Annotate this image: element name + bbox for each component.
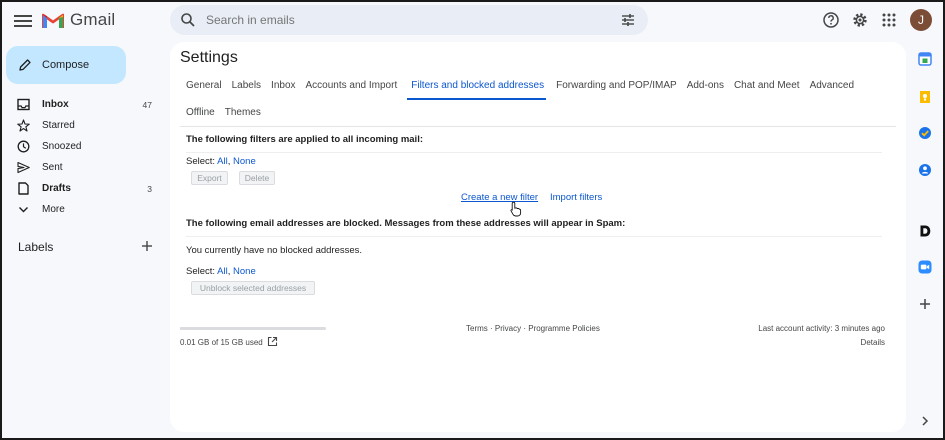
filters-divider	[186, 152, 882, 153]
settings-panel: Settings General Labels Inbox Accounts a…	[170, 42, 906, 432]
tab-general[interactable]: General	[186, 80, 222, 100]
terms-link[interactable]: Terms	[466, 324, 488, 333]
footer-links: Terms · Privacy · Programme Policies	[466, 324, 600, 333]
page-title: Settings	[180, 49, 238, 67]
get-add-ons-icon[interactable]	[918, 297, 932, 311]
chevron-down-icon	[17, 203, 30, 216]
star-icon	[17, 119, 30, 132]
gmail-m-icon	[42, 12, 64, 29]
sidebar-item-more[interactable]: More	[0, 199, 165, 220]
privacy-link[interactable]: Privacy	[495, 324, 521, 333]
tabs-divider	[180, 126, 896, 127]
storage-meter	[180, 327, 326, 330]
help-icon[interactable]	[822, 11, 840, 29]
select-all-link[interactable]: All	[217, 266, 228, 277]
dialpad-d-icon[interactable]	[918, 224, 932, 238]
select-none-link[interactable]: None	[233, 266, 256, 277]
search-icon[interactable]	[180, 12, 196, 28]
tab-add-ons[interactable]: Add-ons	[687, 80, 724, 100]
tab-labels[interactable]: Labels	[232, 80, 261, 100]
sidebar-item-snoozed[interactable]: Snoozed	[0, 136, 165, 157]
tab-inbox[interactable]: Inbox	[271, 80, 295, 100]
drafts-count: 3	[147, 184, 152, 194]
settings-tabs: General Labels Inbox Accounts and Import…	[186, 80, 864, 100]
search-input[interactable]	[206, 5, 586, 35]
tab-filters-and-blocked-addresses[interactable]: Filters and blocked addresses	[407, 80, 546, 100]
sidebar-item-label: More	[42, 204, 65, 215]
sidebar-item-inbox[interactable]: Inbox 47	[0, 94, 165, 115]
keep-notes-icon[interactable]	[918, 90, 932, 104]
blocked-heading: The following email addresses are blocke…	[186, 218, 625, 229]
blocked-divider	[186, 236, 882, 237]
sidebar-item-label: Starred	[42, 120, 75, 131]
compose-label: Compose	[42, 59, 89, 71]
storage-usage-text: 0.01 GB of 15 GB used	[180, 338, 263, 347]
sidebar-nav: Inbox 47 Starred Snoozed Sent Drafts 3 M…	[0, 94, 165, 220]
import-filters-link[interactable]: Import filters	[550, 192, 602, 203]
select-label: Select:	[186, 266, 215, 277]
tab-chat-and-meet[interactable]: Chat and Meet	[734, 80, 800, 100]
hand-cursor-icon	[510, 201, 522, 217]
delete-button[interactable]: Delete	[239, 171, 275, 185]
sidebar-item-label: Sent	[42, 162, 63, 173]
tab-accounts-and-import[interactable]: Accounts and Import	[306, 80, 398, 100]
draft-icon	[17, 182, 30, 195]
gmail-logo[interactable]: Gmail	[42, 10, 115, 30]
tab-forwarding-pop-imap[interactable]: Forwarding and POP/IMAP	[556, 80, 677, 100]
sidebar-item-label: Snoozed	[42, 141, 81, 152]
select-separator: ,	[228, 266, 231, 277]
select-none-link[interactable]: None	[233, 156, 256, 167]
last-activity-text: Last account activity: 3 minutes ago	[758, 324, 885, 333]
account-avatar[interactable]: J	[910, 9, 932, 31]
settings-tabs-row2: Offline Themes	[186, 107, 271, 127]
apps-grid-icon[interactable]	[880, 11, 898, 29]
zoom-icon[interactable]	[918, 260, 932, 274]
sidebar-item-drafts[interactable]: Drafts 3	[0, 178, 165, 199]
send-icon	[17, 161, 30, 174]
export-button[interactable]: Export	[191, 171, 228, 185]
sidebar-item-sent[interactable]: Sent	[0, 157, 165, 178]
calendar-icon[interactable]	[918, 52, 932, 66]
inbox-count: 47	[143, 100, 152, 110]
tab-offline[interactable]: Offline	[186, 107, 215, 127]
filters-heading: The following filters are applied to all…	[186, 134, 423, 145]
open-in-new-icon[interactable]	[267, 336, 278, 347]
show-side-panel-chevron-icon[interactable]	[918, 414, 932, 428]
inbox-icon	[17, 98, 30, 111]
select-label: Select:	[186, 156, 215, 167]
filters-select-row: Select: All, None	[186, 156, 256, 167]
sidebar-item-starred[interactable]: Starred	[0, 115, 165, 136]
programme-policies-link[interactable]: Programme Policies	[528, 324, 600, 333]
pencil-icon	[18, 58, 32, 72]
blocked-select-row: Select: All, None	[186, 266, 256, 277]
tab-themes[interactable]: Themes	[225, 107, 261, 127]
settings-gear-icon[interactable]	[851, 11, 869, 29]
main-menu-icon[interactable]	[14, 12, 32, 28]
sidebar-item-label: Drafts	[42, 183, 71, 194]
add-label-icon[interactable]	[141, 240, 153, 252]
select-all-link[interactable]: All	[217, 156, 228, 167]
search-options-icon[interactable]	[620, 12, 636, 28]
unblock-selected-button[interactable]: Unblock selected addresses	[191, 281, 315, 295]
search-bar[interactable]	[170, 5, 648, 35]
sidebar-item-label: Inbox	[42, 99, 69, 110]
footer-separator: ·	[488, 324, 495, 333]
app-name: Gmail	[70, 10, 115, 30]
create-new-filter-link[interactable]: Create a new filter	[461, 192, 538, 203]
compose-button[interactable]: Compose	[6, 46, 126, 84]
tab-advanced[interactable]: Advanced	[810, 80, 854, 100]
no-blocked-text: You currently have no blocked addresses.	[186, 245, 362, 256]
tasks-icon[interactable]	[918, 126, 932, 140]
contacts-icon[interactable]	[918, 163, 932, 177]
labels-heading: Labels	[18, 240, 53, 254]
select-separator: ,	[228, 156, 231, 167]
details-link[interactable]: Details	[861, 338, 885, 347]
clock-icon	[17, 140, 30, 153]
